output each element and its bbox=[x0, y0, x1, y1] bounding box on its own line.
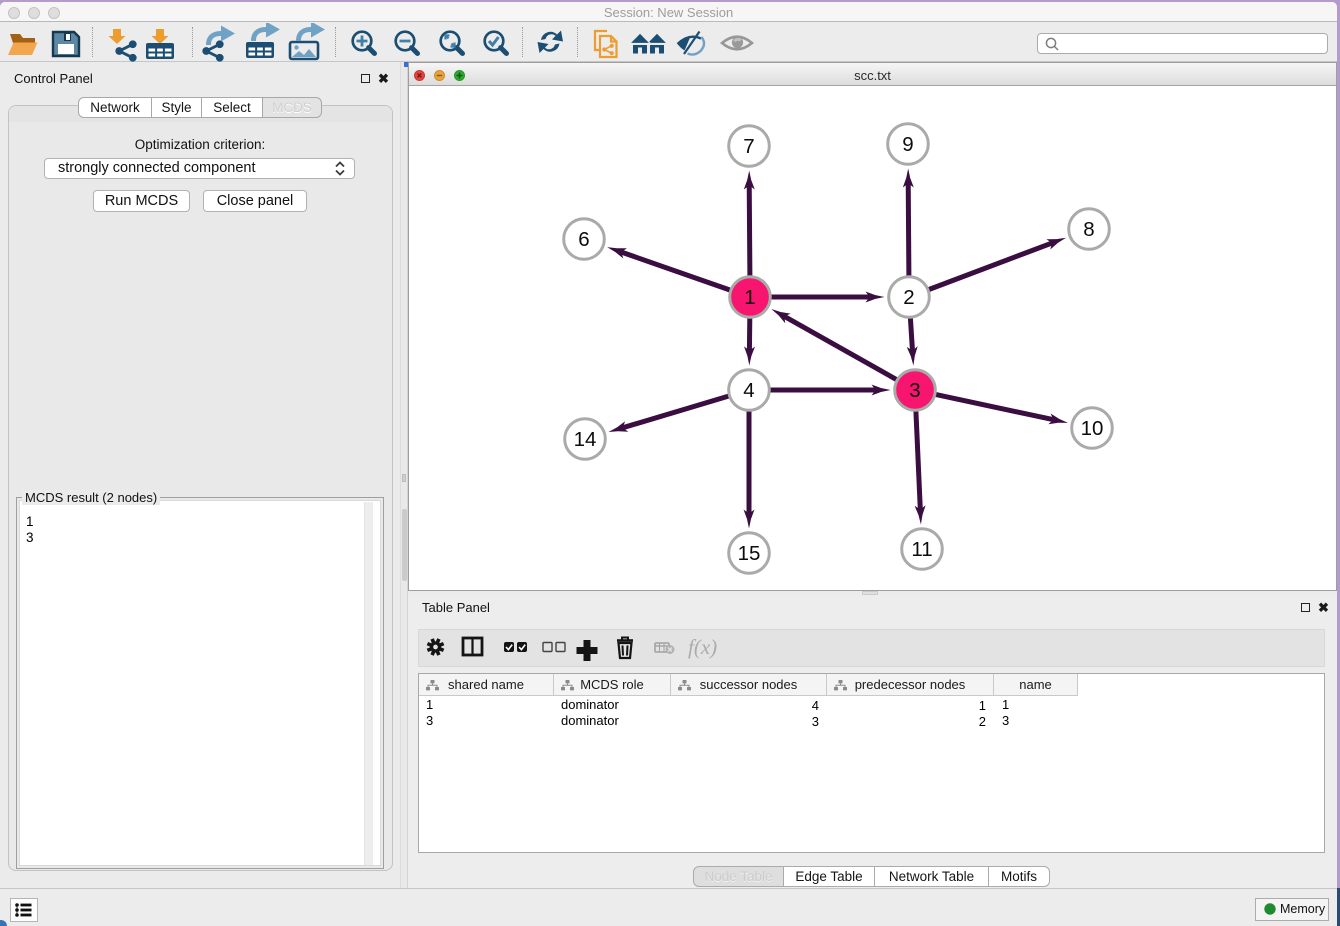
svg-text:7: 7 bbox=[743, 135, 754, 158]
svg-text:f(x): f(x) bbox=[688, 635, 717, 659]
svg-text:1: 1 bbox=[744, 286, 755, 309]
svg-text:6: 6 bbox=[578, 228, 589, 251]
svg-text:4: 4 bbox=[743, 379, 754, 402]
svg-text:14: 14 bbox=[574, 428, 597, 451]
svg-text:9: 9 bbox=[902, 133, 913, 156]
svg-text:2: 2 bbox=[903, 286, 914, 309]
svg-text:10: 10 bbox=[1081, 417, 1104, 440]
svg-text:11: 11 bbox=[911, 538, 932, 561]
svg-text:3: 3 bbox=[909, 379, 920, 402]
svg-text:8: 8 bbox=[1083, 218, 1094, 241]
svg-text:15: 15 bbox=[738, 542, 761, 565]
